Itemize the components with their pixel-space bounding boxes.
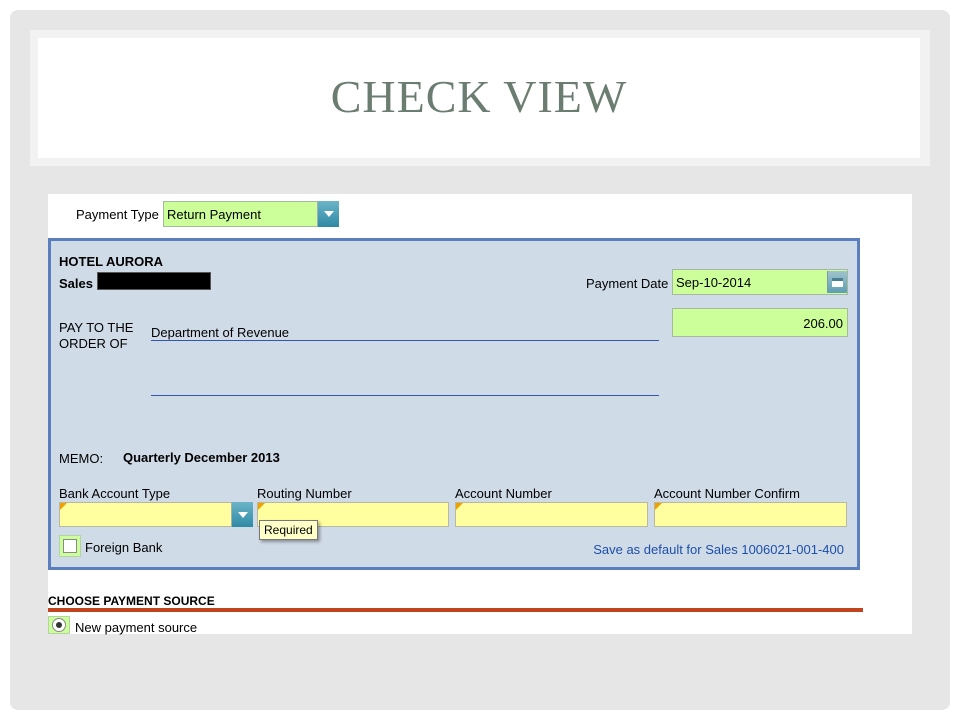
payment-type-select[interactable]: Return Payment [163, 201, 339, 227]
sales-label: Sales [59, 276, 93, 291]
account-number-confirm-label: Account Number Confirm [654, 486, 800, 501]
account-number-input[interactable] [455, 502, 648, 527]
memo-label: MEMO: [59, 451, 104, 466]
new-source-label: New payment source [75, 620, 198, 635]
bank-account-type-label: Bank Account Type [59, 486, 171, 501]
account-number-confirm-input[interactable] [654, 502, 847, 527]
required-marker-icon [60, 503, 67, 510]
slide-title: CHECK VIEW [330, 70, 628, 122]
required-tooltip: Required [259, 520, 318, 540]
payment-date-value: Sep-10-2014 [676, 275, 752, 290]
new-source-radio-wrap[interactable] [48, 616, 70, 634]
payment-type-label: Payment Type [76, 207, 159, 222]
calendar-icon[interactable] [827, 271, 847, 293]
payment-date-field[interactable]: Sep-10-2014 [672, 269, 848, 295]
check-panel: HOTEL AURORA Sales Payment Date Sep-10-2… [48, 238, 860, 570]
company-name: HOTEL AURORA [59, 254, 163, 269]
amount-field[interactable]: 206.00 [672, 308, 848, 337]
section-divider [48, 608, 863, 612]
required-marker-icon [456, 503, 463, 510]
redacted-sales-field [97, 272, 211, 290]
payment-source-heading: CHOOSE PAYMENT SOURCE [48, 594, 215, 608]
foreign-bank-label: Foreign Bank [85, 540, 163, 555]
account-number-label: Account Number [455, 486, 552, 501]
required-marker-icon [655, 503, 662, 510]
payee-line-2 [151, 395, 659, 396]
bank-account-type-select[interactable] [59, 502, 253, 527]
payment-type-value: Return Payment [167, 207, 261, 222]
title-area: CHECK VIEW [38, 38, 920, 158]
payment-date-label: Payment Date [586, 276, 669, 291]
amount-value: 206.00 [803, 316, 843, 331]
chevron-down-icon[interactable] [317, 201, 339, 227]
required-marker-icon [258, 503, 265, 510]
pay-to-label-line1: PAY TO THE [59, 320, 134, 335]
save-default-link[interactable]: Save as default for Sales 1006021-001-40… [593, 542, 844, 557]
app-screenshot: Payment Type Return Payment HOTEL AURORA… [48, 194, 912, 635]
payee-name: Department of Revenue [151, 325, 290, 340]
memo-value: Quarterly December 2013 [123, 450, 280, 465]
routing-number-label: Routing Number [257, 486, 352, 501]
pay-to-label-line2: ORDER OF [59, 336, 128, 351]
payee-line-1 [151, 340, 659, 341]
foreign-bank-checkbox[interactable] [63, 539, 77, 553]
new-source-radio[interactable] [52, 618, 66, 632]
chevron-down-icon[interactable] [231, 502, 253, 527]
foreign-bank-checkbox-wrap[interactable] [59, 535, 81, 557]
